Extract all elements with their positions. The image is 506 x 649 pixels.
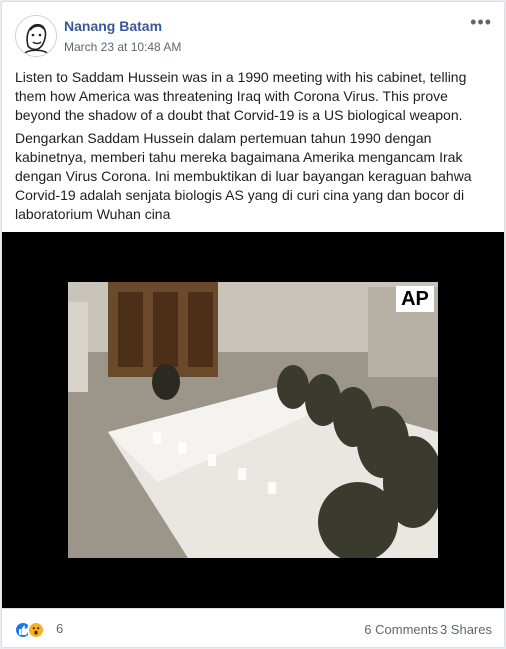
post-text-english: Listen to Saddam Hussein was in a 1990 m… xyxy=(15,69,467,123)
comments-link[interactable]: 6 Comments xyxy=(364,622,438,637)
video-frame: AP xyxy=(68,282,438,558)
author-avatar[interactable] xyxy=(15,15,57,57)
ellipsis-icon[interactable]: ••• xyxy=(470,13,492,31)
meeting-scene xyxy=(68,282,438,558)
avatar-portrait xyxy=(16,16,56,56)
author-name[interactable]: Nanang Batam xyxy=(64,18,162,34)
post-timestamp[interactable]: March 23 at 10:48 AM xyxy=(64,40,181,54)
post-text-indonesian: Dengarkan Saddam Hussein dalam pertemuan… xyxy=(15,130,472,222)
post-footer: 6 6 Comments 3 Shares xyxy=(2,608,504,648)
video-player[interactable]: AP xyxy=(2,232,504,608)
shares-link[interactable]: 3 Shares xyxy=(440,622,492,637)
ap-watermark: AP xyxy=(396,286,434,312)
reaction-count[interactable]: 6 xyxy=(56,621,63,636)
post-card: Nanang Batam March 23 at 10:48 AM ••• Li… xyxy=(1,1,505,648)
wow-icon xyxy=(27,621,45,639)
